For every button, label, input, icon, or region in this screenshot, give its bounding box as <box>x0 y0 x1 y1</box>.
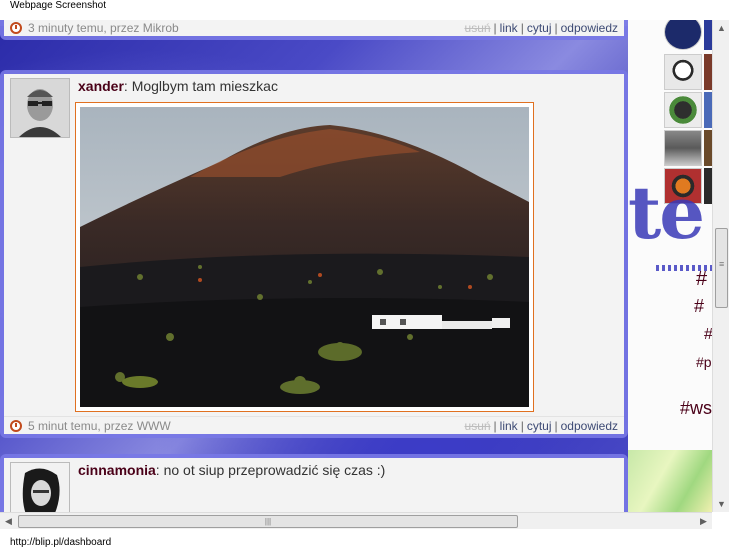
post-author[interactable]: xander <box>78 78 124 94</box>
post-actions: usuń | link | cytuj | odpowiedz <box>464 419 618 433</box>
volcano-photo <box>80 107 529 407</box>
post-image[interactable] <box>75 102 534 412</box>
clock-icon <box>10 420 22 432</box>
permalink-link[interactable]: link <box>500 21 518 35</box>
tag-link[interactable]: # <box>704 326 712 344</box>
post-card: 3 minuty temu, przez Mikrob usuń | link | cy… <box>0 20 628 40</box>
horizontal-scroll-thumb[interactable]: ||| <box>18 515 518 528</box>
site-logo[interactable]: te <box>628 170 705 255</box>
arrow-up-icon[interactable]: ▲ <box>713 20 729 36</box>
tag-link[interactable]: # <box>694 296 704 317</box>
post-card: cinnamonia: no ot siup przeprowadzić się… <box>0 454 628 512</box>
post-time: 5 minut temu, przez WWW <box>28 419 171 433</box>
reply-link[interactable]: odpowiedz <box>561 21 618 35</box>
post-meta: 5 minut temu, przez WWW usuń | link | cytuj |… <box>4 416 624 434</box>
status-bar-url: http://blip.pl/dashboard <box>10 537 112 548</box>
avatar[interactable] <box>664 54 702 90</box>
tag-link[interactable]: #ws <box>680 398 712 419</box>
avatar[interactable] <box>664 20 702 50</box>
vertical-scrollbar[interactable]: ▲ ≡ ▼ <box>712 20 729 512</box>
clock-icon <box>10 22 22 34</box>
post-message: xander: Moglbym tam mieszkac <box>78 78 278 94</box>
post-card-body: xander: Moglbym tam mieszkac <box>4 74 624 416</box>
post-actions: usuń | link | cytuj | odpowiedz <box>464 21 618 35</box>
avatar[interactable] <box>664 92 702 128</box>
post-card-frame: xander: Moglbym tam mieszkac 5 minut tem… <box>0 70 628 438</box>
post-card-frame: 3 minuty temu, przez Mikrob usuń | link | cy… <box>0 20 628 40</box>
vertical-scroll-thumb[interactable]: ≡ <box>715 228 728 308</box>
reply-link[interactable]: odpowiedz <box>561 419 618 433</box>
avatar[interactable] <box>10 78 70 138</box>
quote-link[interactable]: cytuj <box>527 21 552 35</box>
post-text: : no ot siup przeprowadzić się czas :) <box>155 462 386 478</box>
arrow-left-icon[interactable]: ◀ <box>0 513 17 529</box>
sidebar-decoration <box>628 450 712 512</box>
horizontal-scrollbar[interactable]: ◀ ||| ▶ <box>0 512 712 529</box>
post-card-body: cinnamonia: no ot siup przeprowadzić się… <box>4 458 624 512</box>
quote-link[interactable]: cytuj <box>527 419 552 433</box>
post-meta: 3 minuty temu, przez Mikrob usuń | link | cy… <box>4 20 624 36</box>
post-author[interactable]: cinnamonia <box>78 462 156 478</box>
post-card: xander: Moglbym tam mieszkac 5 minut tem… <box>0 70 628 438</box>
window-title: Webpage Screenshot <box>10 0 106 11</box>
tag-link[interactable]: #p <box>696 354 712 370</box>
delete-link[interactable]: usuń <box>465 21 491 35</box>
arrow-right-icon[interactable]: ▶ <box>695 513 712 529</box>
post-card-frame: cinnamonia: no ot siup przeprowadzić się… <box>0 454 628 512</box>
delete-link[interactable]: usuń <box>465 419 491 433</box>
avatar[interactable] <box>664 130 702 166</box>
page-viewport: 3 minuty temu, przez Mikrob usuń | link | cy… <box>0 20 712 512</box>
sidebar: te # # # #p #ws <box>628 20 712 512</box>
post-time: 3 minuty temu, przez Mikrob <box>28 21 179 35</box>
tag-link[interactable]: # <box>696 268 707 291</box>
post-card-body: 3 minuty temu, przez Mikrob usuń | link | cy… <box>4 20 624 36</box>
permalink-link[interactable]: link <box>500 419 518 433</box>
browser-window: Webpage Screenshot 3 minuty temu, przez … <box>0 0 729 549</box>
avatar[interactable] <box>10 462 70 512</box>
post-text: : Moglbym tam mieszkac <box>123 78 278 94</box>
arrow-down-icon[interactable]: ▼ <box>713 496 729 512</box>
post-message: cinnamonia: no ot siup przeprowadzić się… <box>78 462 385 478</box>
